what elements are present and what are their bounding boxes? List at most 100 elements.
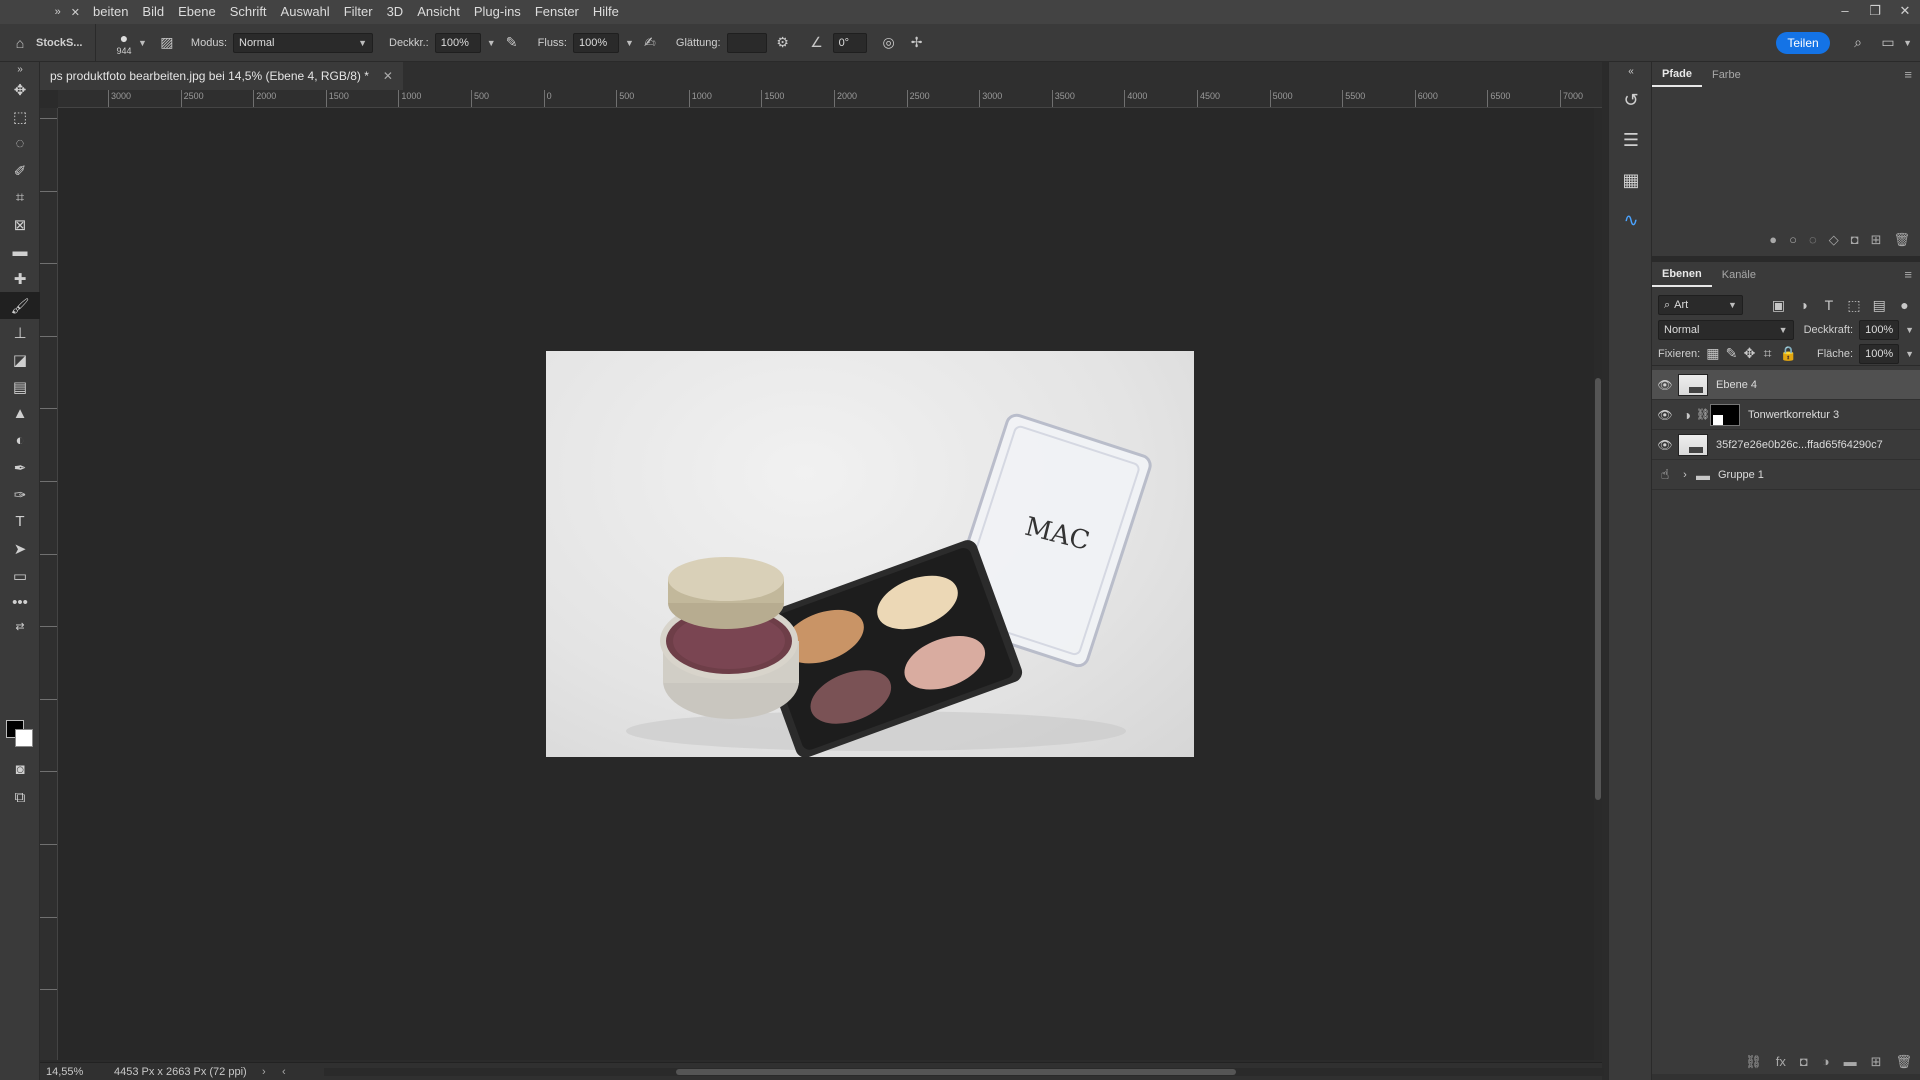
marquee-tool-icon[interactable]: ⬚ [0,103,40,130]
layer-row[interactable]: 👁 Ebene 4 [1652,370,1920,400]
filter-shape-icon[interactable]: ⬚ [1844,297,1863,314]
delete-path-icon[interactable]: 🗑 [1893,232,1910,248]
angle-input[interactable]: 0° [832,32,867,53]
menu-item-fenster[interactable]: Fenster [528,0,586,24]
filter-type-icon[interactable]: T [1819,297,1838,313]
opacity-input[interactable]: 100% [434,32,481,53]
pressure-opacity-icon[interactable]: ✎ [502,34,522,51]
layer-row[interactable]: ☝ › ▬ Gruppe 1 [1652,460,1920,490]
lock-pixels-icon[interactable]: ✎ [1725,345,1738,362]
lock-artboard-icon[interactable]: ⌗ [1762,345,1774,362]
lock-transparency-icon[interactable]: ▦ [1706,345,1719,362]
rectangle-tool-icon[interactable]: ▭ [0,562,40,589]
move-tool-icon[interactable]: ✥ [0,76,40,103]
chevron-down-icon[interactable]: ▼ [138,38,147,48]
menu-item-schrift[interactable]: Schrift [223,0,274,24]
chevron-right-icon[interactable]: › [1678,469,1692,481]
lock-position-icon[interactable]: ✥ [1743,345,1756,362]
menu-item-plugins[interactable]: Plug-ins [467,0,528,24]
filter-toggle-icon[interactable]: ● [1895,297,1914,313]
type-tool-icon[interactable]: T [0,508,40,535]
layer-filter-select[interactable]: ⌕ Art ▼ [1658,295,1743,315]
menu-item-bild[interactable]: Bild [135,0,171,24]
zoom-level[interactable]: 14,55% [40,1066,94,1078]
visibility-eye-icon[interactable]: 👁 [1652,408,1678,422]
layer-style-icon[interactable]: fx [1776,1054,1786,1070]
libraries-icon[interactable]: ▦ [1609,160,1653,200]
more-tools-icon[interactable]: ••• [0,589,40,616]
workspace-layout-icon[interactable]: ▭ [1878,34,1898,51]
tab-channels[interactable]: Kanäle [1712,262,1766,288]
dock-collapse-icon[interactable]: « [1609,62,1653,80]
chevron-down-icon[interactable]: ▼ [1905,325,1914,335]
chevron-down-icon[interactable]: ▼ [1903,38,1912,48]
screen-mode-icon[interactable]: ⧉ [0,784,40,811]
minimize-icon[interactable]: – [1830,0,1860,24]
layer-opacity-input[interactable]: 100% [1859,320,1900,340]
canvas-area[interactable]: MAC [58,108,1602,1060]
lasso-tool-icon[interactable]: ◌ [0,130,40,157]
panel-menu-icon[interactable]: ≡ [1904,267,1912,282]
curves-icon[interactable]: ∿ [1609,200,1653,240]
cursor-pointer-icon[interactable]: ☝ [1652,466,1678,483]
mode-select[interactable]: Normal ▼ [233,32,373,53]
link-layers-icon[interactable]: ⛓ [1745,1054,1762,1070]
expand-icon[interactable]: » [55,6,61,18]
workspace-switcher[interactable]: ⌂ StockS... [0,23,96,62]
new-path-icon[interactable]: ⊞ [1871,232,1882,248]
menu-item-filter[interactable]: Filter [337,0,380,24]
share-button[interactable]: Teilen [1776,32,1830,54]
menu-item-ebene[interactable]: Ebene [171,0,223,24]
new-adjustment-layer-icon[interactable]: ◑ [1822,1054,1830,1070]
eraser-tool-icon[interactable]: ◪ [0,346,40,373]
quick-selection-tool-icon[interactable]: ✐ [0,157,40,184]
freeform-pen-tool-icon[interactable]: ✑ [0,481,40,508]
history-panel-icon[interactable]: ↺ [1609,80,1653,120]
stamp-tool-icon[interactable]: ⊥ [0,319,40,346]
panel-menu-icon[interactable]: ≡ [1904,67,1912,82]
layers-stack-icon[interactable]: ☰ [1609,120,1653,160]
healing-brush-tool-icon[interactable]: ✚ [0,265,40,292]
add-layer-mask-icon[interactable]: ◘ [1800,1054,1808,1070]
close-icon[interactable]: ✕ [71,6,80,19]
scroll-left-icon[interactable]: ‹ [282,1066,286,1078]
link-icon[interactable]: ⛓ [1696,408,1710,421]
dodge-tool-icon[interactable]: ◐ [0,427,40,454]
menu-item-bearbeiten[interactable]: beiten [86,0,135,24]
ruler-tool-icon[interactable]: ▬ [0,238,40,265]
frame-tool-icon[interactable]: ⊠ [0,211,40,238]
filter-adjustment-icon[interactable]: ◑ [1794,297,1813,313]
visibility-eye-icon[interactable]: 👁 [1652,438,1678,452]
window-close-icon[interactable]: ✕ [1890,0,1920,24]
brush-tool-icon[interactable]: 🖌 [0,292,40,319]
smoothing-input[interactable] [726,32,767,53]
new-group-icon[interactable]: ▬ [1844,1054,1857,1070]
tab-color[interactable]: Farbe [1702,62,1751,88]
path-selection-tool-icon[interactable]: ➤ [0,535,40,562]
gear-icon[interactable]: ⚙ [773,34,793,51]
add-mask-icon[interactable]: ◘ [1851,232,1859,248]
chevron-down-icon[interactable]: ▼ [625,38,634,48]
fill-input[interactable]: 100% [1859,343,1900,364]
pen-tool-icon[interactable]: ✒ [0,454,40,481]
pressure-size-icon[interactable]: ◎ [879,34,899,51]
layer-mask-thumbnail[interactable] [1710,403,1740,426]
vertical-scrollbar-thumb[interactable] [1595,378,1601,800]
product-photo[interactable]: MAC [546,351,1194,757]
layer-row[interactable]: 👁 35f27e26e0b26c...ffad65f64290c7 [1652,430,1920,460]
background-color-swatch[interactable] [15,729,33,747]
flow-input[interactable]: 100% [573,32,619,53]
status-expand-icon[interactable]: › [262,1066,266,1078]
gradient-tool-icon[interactable]: ▤ [0,373,40,400]
fill-path-icon[interactable]: ● [1769,232,1777,248]
search-icon[interactable]: ⌕ [1848,34,1868,51]
horizontal-scrollbar-thumb[interactable] [676,1069,1236,1075]
chevron-down-icon[interactable]: ▼ [1905,349,1914,359]
swap-colors-icon[interactable]: ⇄ [0,616,40,636]
blend-mode-select[interactable]: Normal ▼ [1658,320,1794,340]
menu-item-3d[interactable]: 3D [380,0,411,24]
layer-row[interactable]: 👁 ◑ ⛓ Tonwertkorrektur 3 [1652,400,1920,430]
airbrush-icon[interactable]: ✍ [640,34,660,51]
new-layer-icon[interactable]: ⊞ [1871,1054,1882,1070]
visibility-eye-icon[interactable]: 👁 [1652,378,1678,392]
